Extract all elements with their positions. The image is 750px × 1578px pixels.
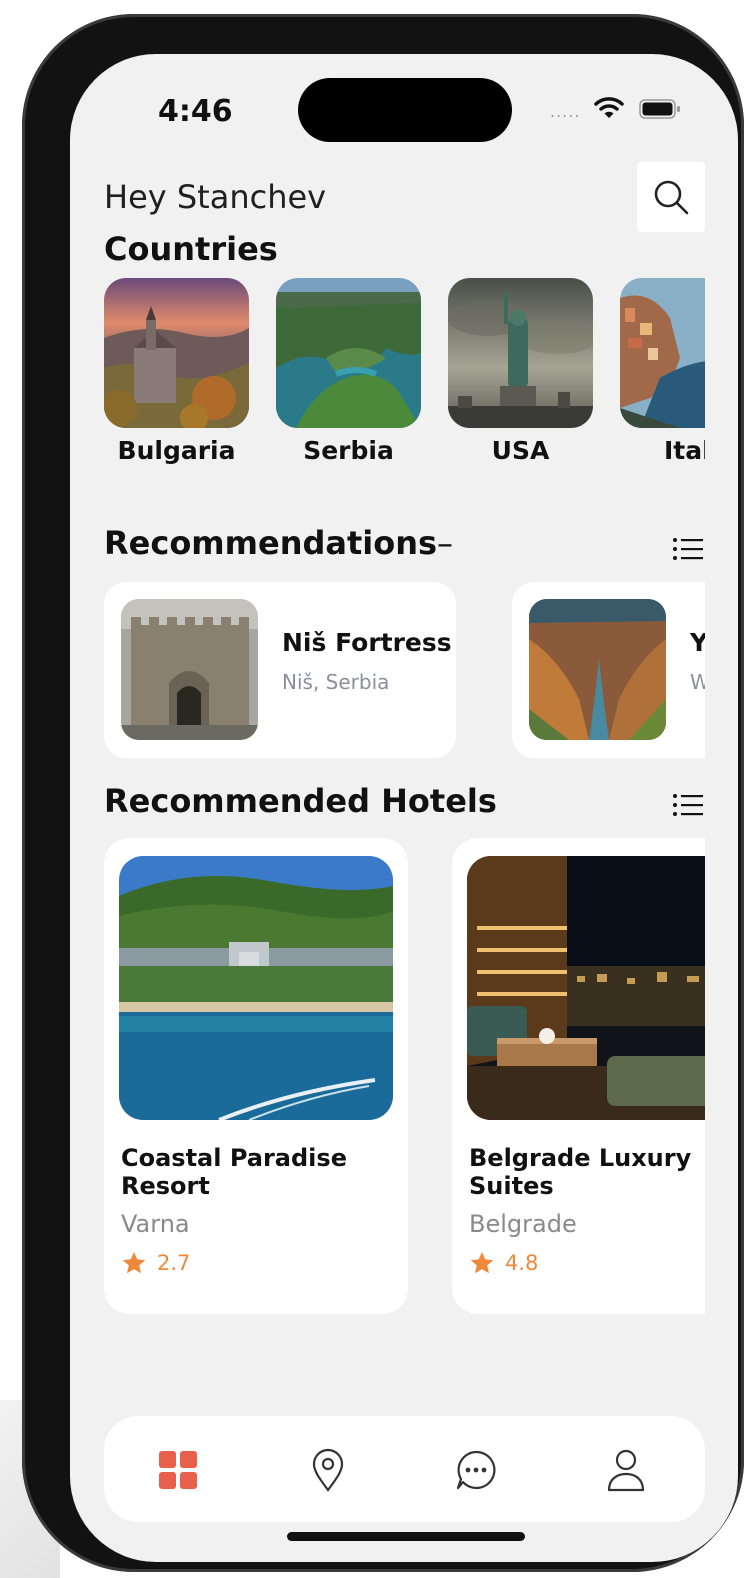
hotel-image-belgrade-luxury (467, 856, 705, 1120)
nav-tab-messages[interactable] (450, 1444, 502, 1496)
nav-tab-profile[interactable] (600, 1444, 652, 1496)
country-item-usa[interactable]: USA (448, 278, 593, 465)
country-label: USA (491, 436, 550, 465)
recommendation-name: Niš Fortress (282, 628, 452, 657)
list-icon (673, 794, 703, 816)
countries-carousel[interactable]: Bulgaria Serbia USA Ita (104, 278, 705, 478)
hotel-city: Varna (121, 1210, 190, 1238)
battery-icon (639, 99, 680, 119)
recommendation-name: Y (690, 628, 705, 657)
country-label: Bulgaria (117, 436, 236, 465)
bottom-navigation-bar (104, 1416, 705, 1522)
recommendation-card[interactable]: Niš Fortress Niš, Serbia (104, 582, 456, 758)
recommendations-carousel[interactable]: Niš Fortress Niš, Serbia Y W (104, 582, 705, 762)
star-icon (122, 1251, 146, 1274)
recommendation-image-nis-fortress (121, 599, 258, 740)
country-item-bulgaria[interactable]: Bulgaria (104, 278, 249, 465)
nav-tab-home[interactable] (152, 1444, 204, 1496)
location-pin-icon (312, 1448, 344, 1492)
country-item-italy[interactable]: Ital (620, 278, 705, 465)
hotel-name: Belgrade Luxury Suites (469, 1144, 692, 1200)
grid-icon (159, 1451, 197, 1489)
country-image-usa (448, 278, 593, 428)
country-item-serbia[interactable]: Serbia (276, 278, 421, 465)
recommendation-card[interactable]: Y W (512, 582, 705, 758)
recommendations-title: Recommendations– (104, 524, 453, 562)
hotel-name: Coastal Paradise Resort (121, 1144, 347, 1200)
country-image-italy (620, 278, 705, 428)
app-screen: 4:46 ..... Hey Stanchev Countries Bulgar… (70, 54, 738, 1562)
hotel-rating-value: 2.7 (157, 1251, 191, 1275)
search-button[interactable] (637, 162, 705, 232)
wifi-icon (594, 96, 624, 120)
hotel-rating: 4.8 (469, 1250, 538, 1276)
recommendations-list-view-button[interactable] (672, 536, 704, 562)
signal-strength-icon: ..... (550, 102, 581, 121)
recommendation-image-canyon (529, 599, 666, 740)
recommendation-location: W (690, 670, 705, 694)
hotel-card[interactable]: Coastal Paradise Resort Varna 2.7 (104, 838, 408, 1314)
hotels-carousel[interactable]: Coastal Paradise Resort Varna 2.7 Belgra… (104, 838, 705, 1318)
nav-tab-map[interactable] (302, 1444, 354, 1496)
hotel-card[interactable]: Belgrade Luxury Suites Belgrade 4.8 (452, 838, 705, 1314)
hotel-city: Belgrade (469, 1210, 577, 1238)
hotel-image-coastal-paradise (119, 856, 393, 1120)
country-image-bulgaria (104, 278, 249, 428)
country-label: Serbia (303, 436, 394, 465)
countries-title: Countries (104, 230, 278, 268)
recommended-hotels-title: Recommended Hotels (104, 782, 497, 820)
dynamic-island (298, 78, 512, 142)
hotel-rating-value: 4.8 (505, 1251, 539, 1275)
hotel-rating: 2.7 (121, 1250, 190, 1276)
country-label: Ital (664, 436, 705, 465)
recommendations-dash: – (437, 524, 454, 562)
star-icon (470, 1251, 494, 1274)
hotels-list-view-button[interactable] (672, 792, 704, 818)
recommendation-location: Niš, Serbia (282, 670, 390, 694)
profile-icon (607, 1449, 645, 1492)
search-icon (654, 180, 689, 215)
country-image-serbia (276, 278, 421, 428)
recommendations-title-text: Recommendations (104, 524, 438, 562)
list-icon (673, 538, 703, 560)
chat-bubble-icon (456, 1450, 496, 1490)
greeting-text: Hey Stanchev (104, 178, 327, 216)
home-indicator[interactable] (287, 1532, 525, 1541)
status-time: 4:46 (158, 94, 233, 129)
phone-frame: 4:46 ..... Hey Stanchev Countries Bulgar… (22, 14, 744, 1572)
